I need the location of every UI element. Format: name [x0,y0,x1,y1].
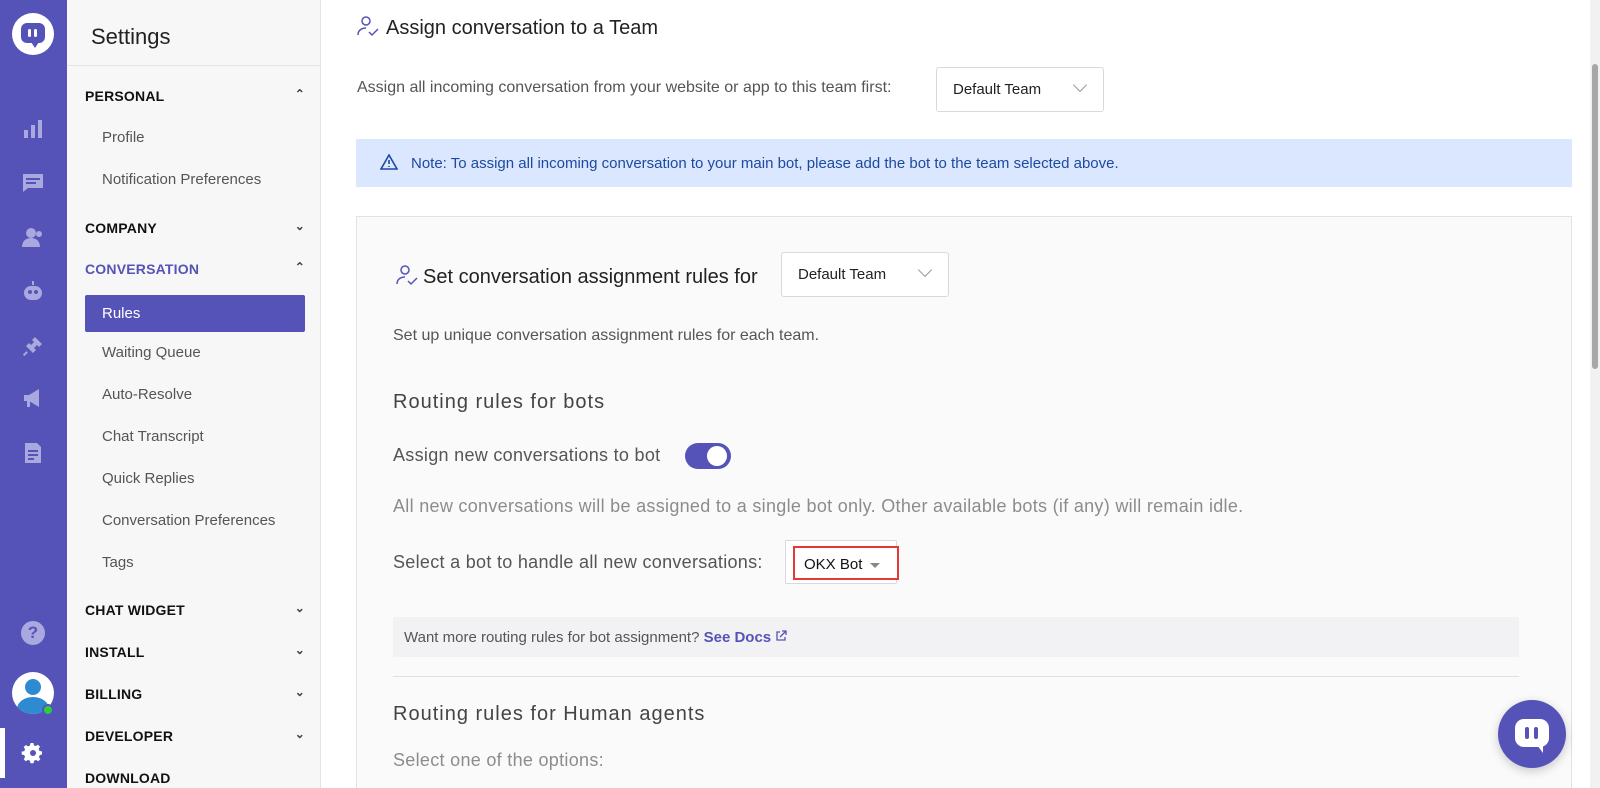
docs-text: Want more routing rules for bot assignme… [404,629,700,646]
section-conversation-label: CONVERSATION [85,261,200,277]
divider [67,65,321,66]
chevron-down-icon: ⌄ [294,643,305,657]
panel-team-dropdown-value: Default Team [798,266,887,283]
section-install[interactable]: INSTALL ⌄ [85,643,305,660]
integrations-icon[interactable] [21,334,45,358]
conversations-icon[interactable] [21,171,45,195]
section-chat-widget-label: CHAT WIDGET [85,602,185,618]
human-routing-heading: Routing rules for Human agents [393,703,706,725]
divider [393,676,1519,677]
chevron-down-icon: ⌄ [294,219,305,233]
bot-select-value: OKX Bot [804,556,863,573]
settings-gear-icon[interactable] [21,741,45,765]
assign-team-title: Assign conversation to a Team [386,17,659,39]
team-dropdown[interactable]: Default Team [936,67,1104,112]
chevron-down-icon [1072,77,1088,93]
online-status-dot [42,704,54,716]
scrollbar[interactable] [1590,0,1600,788]
assign-bot-label: Assign new conversations to bot [393,445,661,465]
section-developer[interactable]: DEVELOPER ⌄ [85,727,305,744]
panel-team-dropdown[interactable]: Default Team [781,252,949,297]
sidebar-item-auto-resolve[interactable]: Auto-Resolve [102,386,192,403]
bot-select-highlight: OKX Bot [793,546,899,580]
chevron-down-icon [917,262,933,278]
section-company-label: COMPANY [85,220,157,236]
panel-heading-text: Set conversation assignment rules for [423,266,758,288]
section-install-label: INSTALL [85,644,145,660]
chat-launcher-button[interactable] [1498,700,1566,768]
assign-bot-toggle[interactable] [685,443,731,469]
user-check-icon [356,14,380,44]
bots-routing-heading: Routing rules for bots [393,391,606,413]
help-icon[interactable]: ? [21,621,45,645]
main-content: Assign conversation to a Team Assign all… [322,0,1584,788]
settings-sidebar: Settings PERSONAL ⌃ Profile Notification… [67,0,321,788]
section-company[interactable]: COMPANY ⌄ [85,219,305,236]
section-billing[interactable]: BILLING ⌄ [85,685,305,702]
section-download[interactable]: DOWNLOAD [85,770,305,786]
sidebar-item-waiting-queue[interactable]: Waiting Queue [102,344,201,361]
docs-callout: Want more routing rules for bot assignme… [393,617,1519,657]
section-download-label: DOWNLOAD [85,770,171,786]
see-docs-link[interactable]: See Docs [704,629,788,646]
toggle-knob [707,446,727,466]
sidebar-item-chat-transcript[interactable]: Chat Transcript [102,428,204,445]
section-personal[interactable]: PERSONAL ⌃ [85,87,305,104]
assign-team-heading: Assign conversation to a Team [356,14,658,44]
scrollbar-thumb[interactable] [1592,64,1598,369]
team-dropdown-value: Default Team [953,81,1042,98]
sidebar-item-profile[interactable]: Profile [102,129,145,146]
chevron-up-icon: ⌃ [294,87,305,101]
chevron-down-icon: ⌄ [294,601,305,615]
chevron-up-icon: ⌃ [294,260,305,274]
section-billing-label: BILLING [85,686,143,702]
settings-title: Settings [91,24,171,49]
section-developer-label: DEVELOPER [85,728,174,744]
chat-logo-icon[interactable] [12,13,54,55]
external-link-icon [775,629,787,646]
options-label: Select one of the options: [393,750,604,770]
campaigns-icon[interactable] [21,386,45,410]
warning-icon [379,153,399,174]
sidebar-item-conversation-preferences[interactable]: Conversation Preferences [102,512,275,529]
section-conversation[interactable]: CONVERSATION ⌃ [85,260,305,277]
app-nav-rail: ? [0,0,67,788]
reports-icon[interactable] [21,117,45,141]
sidebar-item-quick-replies[interactable]: Quick Replies [102,470,195,487]
bot-icon[interactable] [21,280,45,304]
panel-heading: Set conversation assignment rules for [395,263,758,293]
note-text: Note: To assign all incoming conversatio… [411,155,1119,172]
sidebar-item-tags[interactable]: Tags [102,554,134,571]
caret-down-icon [870,563,880,568]
sidebar-item-notification-preferences[interactable]: Notification Preferences [102,171,261,188]
see-docs-link-label: See Docs [703,629,772,646]
note-banner: Note: To assign all incoming conversatio… [356,139,1572,187]
user-check-icon [395,263,419,293]
contacts-icon[interactable] [21,225,45,249]
select-bot-label: Select a bot to handle all new conversat… [393,552,763,572]
section-personal-label: PERSONAL [85,88,165,104]
active-indicator [0,728,5,778]
panel-subtitle: Set up unique conversation assignment ru… [393,327,820,344]
chevron-down-icon: ⌄ [294,685,305,699]
single-bot-note: All new conversations will be assigned t… [393,496,1244,516]
section-chat-widget[interactable]: CHAT WIDGET ⌄ [85,601,305,618]
sidebar-item-rules[interactable]: Rules [85,295,305,332]
knowledge-base-icon[interactable] [21,441,45,465]
assign-team-text: Assign all incoming conversation from yo… [357,79,892,96]
chat-bubble-icon [1515,719,1549,753]
chevron-down-icon: ⌄ [294,727,305,741]
assignment-rules-panel: Set conversation assignment rules for De… [356,216,1572,788]
bot-select-dropdown[interactable]: OKX Bot [785,540,899,584]
